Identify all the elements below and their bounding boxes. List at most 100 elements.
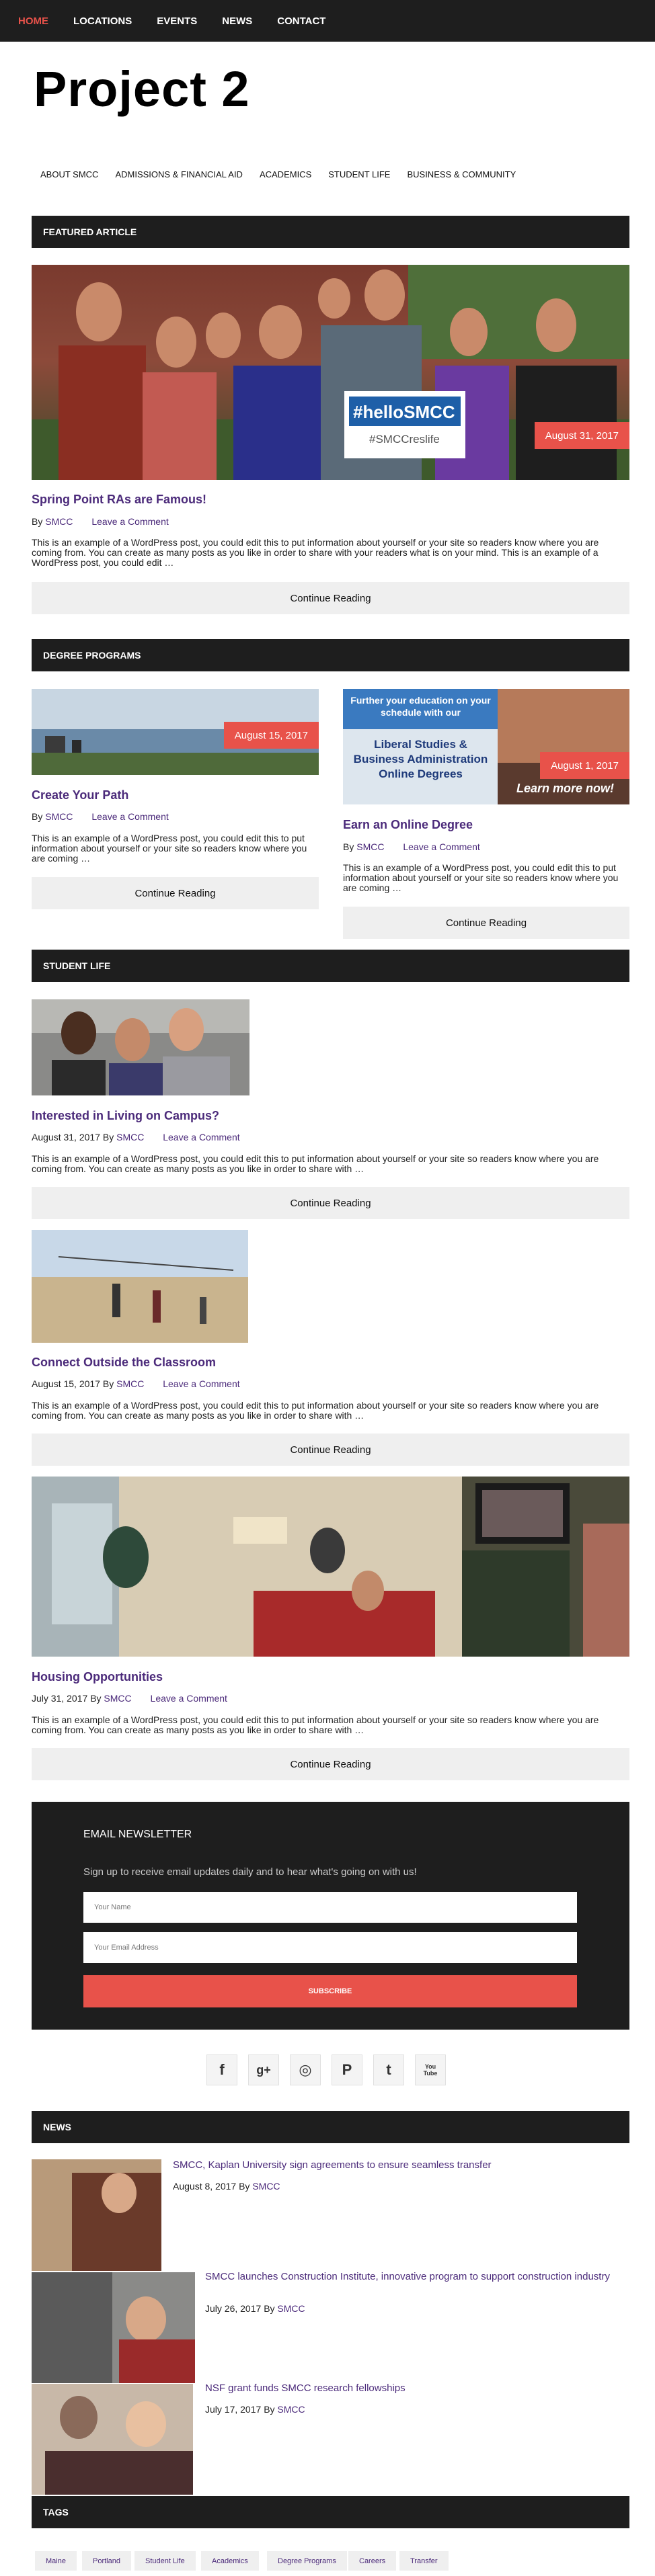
leave-comment-link[interactable]: Leave a Comment [91, 516, 168, 527]
student-post-3-continue-button[interactable]: Continue Reading [32, 1748, 629, 1780]
degree-left-image[interactable]: August 15, 2017 [32, 689, 319, 775]
student-post-2-excerpt: This is an example of a WordPress post, … [32, 1400, 599, 1421]
featured-excerpt: This is an example of a WordPress post, … [32, 537, 599, 568]
pinterest-icon[interactable]: P [332, 2054, 362, 2085]
author-link[interactable]: SMCC [45, 811, 73, 822]
subnav-admissions[interactable]: ADMISSIONS & FINANCIAL AID [115, 169, 243, 179]
degree-right-image[interactable]: Further your education on your schedule … [343, 689, 629, 804]
student-post-3-image[interactable] [32, 1477, 629, 1657]
tag-portland[interactable]: Portland [82, 2551, 131, 2571]
sign-hashtag: #helloSMCC [353, 402, 455, 422]
nav-locations[interactable]: LOCATIONS [73, 15, 132, 27]
degree-left-excerpt: This is an example of a WordPress post, … [32, 833, 307, 864]
name-field[interactable] [83, 1892, 577, 1923]
degree-right-meta: By SMCC Leave a Comment [343, 841, 480, 852]
student-post-2-title[interactable]: Connect Outside the Classroom [32, 1356, 216, 1370]
byline-label: By [90, 1693, 102, 1704]
news-2-title[interactable]: SMCC launches Construction Institute, in… [205, 2271, 622, 2282]
degree-left-continue-button[interactable]: Continue Reading [32, 877, 319, 909]
news-2-image[interactable] [32, 2272, 195, 2383]
news-1-title[interactable]: SMCC, Kaplan University sign agreements … [173, 2159, 610, 2171]
author-link[interactable]: SMCC [116, 1132, 144, 1142]
twitter-glyph: t [386, 2061, 391, 2078]
google-plus-glyph: g+ [256, 2063, 271, 2077]
author-link[interactable]: SMCC [116, 1378, 144, 1389]
news-1-meta: August 8, 2017 By SMCC [173, 2181, 280, 2192]
student-post-3-excerpt: This is an example of a WordPress post, … [32, 1714, 599, 1735]
tag-careers[interactable]: Careers [348, 2551, 397, 2571]
youtube-glyph: You Tube [423, 2063, 438, 2077]
nav-events[interactable]: EVENTS [157, 15, 197, 27]
twitter-icon[interactable]: t [373, 2054, 404, 2085]
subnav-academics[interactable]: ACADEMICS [260, 169, 311, 179]
author-link[interactable]: SMCC [277, 2303, 305, 2314]
tag-degree-programs[interactable]: Degree Programs [267, 2551, 347, 2571]
author-link[interactable]: SMCC [45, 516, 73, 527]
post-date: July 31, 2017 [32, 1693, 88, 1704]
nav-contact[interactable]: CONTACT [277, 15, 325, 27]
ad-top-text: Further your education on your schedule … [350, 695, 491, 718]
ad-cta-text: Learn more now! [516, 782, 615, 795]
author-link[interactable]: SMCC [252, 2181, 280, 2192]
news-3-image[interactable] [32, 2384, 193, 2495]
author-link[interactable]: SMCC [104, 1693, 131, 1704]
tags-heading: TAGS [32, 2496, 629, 2528]
news-2-meta: July 26, 2017 By SMCC [205, 2303, 305, 2314]
degree-right-continue-button[interactable]: Continue Reading [343, 907, 629, 939]
student-post-1-image[interactable] [32, 999, 249, 1095]
ad-main-text: Liberal Studies & Business Administratio… [353, 738, 488, 780]
subscribe-button[interactable]: SUBSCRIBE [83, 1975, 577, 2007]
student-post-2-continue-button[interactable]: Continue Reading [32, 1434, 629, 1466]
byline-label: By [264, 2303, 275, 2314]
email-field[interactable] [83, 1932, 577, 1963]
instagram-icon[interactable]: ◎ [290, 2054, 321, 2085]
student-post-2-image[interactable] [32, 1230, 248, 1343]
featured-image[interactable]: #helloSMCC #SMCCreslife August 31, 2017 [32, 265, 629, 480]
subnav-about[interactable]: ABOUT SMCC [40, 169, 98, 179]
degree-left-date: August 15, 2017 [223, 722, 319, 749]
subnav-business[interactable]: BUSINESS & COMMUNITY [407, 169, 516, 179]
author-link[interactable]: SMCC [277, 2404, 305, 2415]
student-life-heading: STUDENT LIFE [32, 950, 629, 982]
tag-student-life[interactable]: Student Life [134, 2551, 196, 2571]
news-1-image[interactable] [32, 2159, 161, 2271]
sign-subtag: #SMCCreslife [369, 433, 440, 446]
student-post-2-meta: August 15, 2017 By SMCC Leave a Comment [32, 1378, 240, 1389]
news-3-title[interactable]: NSF grant funds SMCC research fellowship… [205, 2382, 622, 2394]
byline-label: By [102, 1132, 114, 1142]
social-links: f g+ ◎ P t You Tube [206, 2054, 457, 2085]
google-plus-icon[interactable]: g+ [248, 2054, 279, 2085]
leave-comment-link[interactable]: Leave a Comment [151, 1693, 227, 1704]
author-link[interactable]: SMCC [356, 841, 384, 852]
student-post-1-continue-button[interactable]: Continue Reading [32, 1187, 629, 1219]
top-navigation: HOME LOCATIONS EVENTS NEWS CONTACT [0, 0, 655, 42]
leave-comment-link[interactable]: Leave a Comment [163, 1378, 239, 1389]
featured-continue-button[interactable]: Continue Reading [32, 582, 629, 614]
featured-meta: By SMCC Leave a Comment [32, 516, 169, 527]
leave-comment-link[interactable]: Leave a Comment [403, 841, 479, 852]
post-date: July 26, 2017 [205, 2303, 262, 2314]
byline-label: By [32, 516, 43, 527]
tag-transfer[interactable]: Transfer [399, 2551, 449, 2571]
instagram-glyph: ◎ [299, 2061, 312, 2078]
featured-post-title[interactable]: Spring Point RAs are Famous! [32, 493, 206, 507]
tag-maine[interactable]: Maine [35, 2551, 77, 2571]
leave-comment-link[interactable]: Leave a Comment [163, 1132, 239, 1142]
nav-news[interactable]: NEWS [222, 15, 252, 27]
subnav-student-life[interactable]: STUDENT LIFE [328, 169, 390, 179]
student-post-3-title[interactable]: Housing Opportunities [32, 1670, 163, 1684]
facebook-icon[interactable]: f [206, 2054, 237, 2085]
post-date: July 17, 2017 [205, 2404, 262, 2415]
tag-academics[interactable]: Academics [201, 2551, 259, 2571]
nav-home[interactable]: HOME [18, 15, 48, 27]
student-post-1-excerpt: This is an example of a WordPress post, … [32, 1153, 599, 1174]
site-title[interactable]: Project 2 [34, 60, 250, 118]
degree-right-excerpt: This is an example of a WordPress post, … [343, 862, 619, 893]
youtube-icon[interactable]: You Tube [415, 2054, 446, 2085]
degree-left-title[interactable]: Create Your Path [32, 788, 128, 802]
leave-comment-link[interactable]: Leave a Comment [91, 811, 168, 822]
degree-right-title[interactable]: Earn an Online Degree [343, 818, 473, 832]
news-heading: NEWS [32, 2111, 629, 2143]
newsletter-description: Sign up to receive email updates daily a… [83, 1866, 417, 1878]
student-post-1-title[interactable]: Interested in Living on Campus? [32, 1109, 219, 1123]
